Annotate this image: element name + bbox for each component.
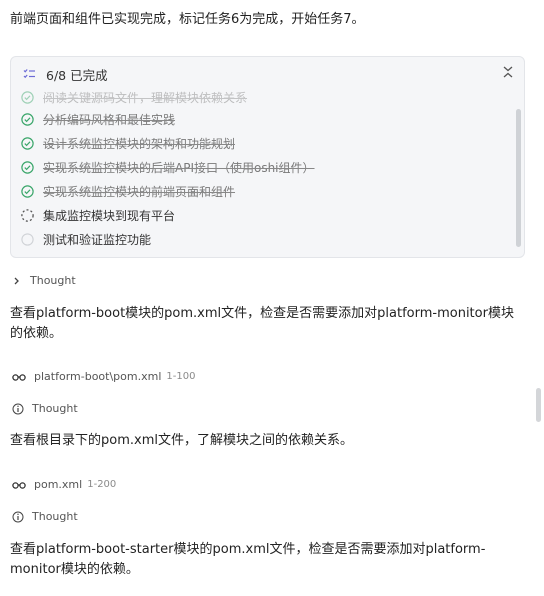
thought-label: Thought [32, 510, 78, 523]
file-path: pom.xml [34, 478, 83, 491]
task-label: 实现系统监控模块的后端API接口（使用oshi组件） [43, 160, 315, 175]
task-label: 实现系统监控模块的前端页面和组件 [43, 184, 236, 199]
task-item: 实现系统监控模块的前端页面和组件 [21, 179, 510, 203]
assistant-message-intro: 前端页面和组件已实现完成，标记任务6为完成，开始任务7。 [10, 12, 365, 27]
task-label: 分析编码风格和最佳实践 [43, 112, 176, 127]
check-circle-icon [21, 136, 34, 150]
task-label: 阅读关键源码文件，理解模块依赖关系 [43, 90, 248, 105]
check-circle-icon [21, 90, 34, 104]
task-item: 实现系统监控模块的后端API接口（使用oshi组件） [21, 155, 510, 179]
file-read-item[interactable]: pom.xml 1-200 [12, 478, 116, 491]
glasses-icon [12, 372, 26, 382]
check-circle-icon [21, 160, 34, 174]
thought-toggle[interactable]: Thought [12, 402, 78, 415]
task-label: 测试和验证监控功能 [43, 232, 152, 247]
task-progress-panel: 6/8 已完成 阅读关键源码文件，理解模块依赖关系 分析编码风格和最佳实践 设计… [10, 56, 525, 258]
info-icon [12, 403, 24, 415]
line-range: 1-200 [87, 479, 117, 490]
task-item: 分析编码风格和最佳实践 [21, 107, 510, 131]
task-label: 集成监控模块到现有平台 [43, 208, 176, 223]
task-item: 阅读关键源码文件，理解模块依赖关系 [21, 89, 510, 105]
thought-label: Thought [32, 402, 78, 415]
assistant-message: 查看根目录下的pom.xml文件，了解模块之间的依赖关系。 [10, 433, 353, 448]
line-range: 1-100 [166, 371, 196, 382]
loading-spinner-icon [21, 208, 34, 222]
check-circle-icon [21, 112, 34, 126]
task-item: 测试和验证监控功能 [21, 227, 510, 251]
task-summary: 6/8 已完成 [46, 67, 108, 83]
task-label: 设计系统监控模块的架构和功能规划 [43, 136, 236, 151]
glasses-icon [12, 480, 26, 490]
task-item: 集成监控模块到现有平台 [21, 203, 510, 227]
thought-label: Thought [30, 274, 76, 287]
assistant-message: 查看platform-boot模块的pom.xml文件，检查是否需要添加对pla… [10, 306, 514, 341]
check-circle-icon [21, 184, 34, 198]
file-read-item[interactable]: platform-boot\pom.xml 1-100 [12, 370, 195, 383]
task-list: 阅读关键源码文件，理解模块依赖关系 分析编码风格和最佳实践 设计系统监控模块的架… [21, 91, 510, 251]
task-list-icon [23, 68, 36, 81]
task-item: 设计系统监控模块的架构和功能规划 [21, 131, 510, 155]
thought-toggle[interactable]: Thought [12, 274, 76, 287]
assistant-message: 查看platform-boot-starter模块的pom.xml文件，检查是否… [10, 542, 486, 577]
info-icon [12, 511, 24, 523]
file-path: platform-boot\pom.xml [34, 370, 162, 383]
page-scrollbar[interactable] [536, 388, 541, 422]
pending-circle-icon [21, 232, 34, 246]
collapse-icon[interactable] [500, 64, 516, 80]
thought-toggle[interactable]: Thought [12, 510, 78, 523]
task-list-scrollbar[interactable] [516, 109, 521, 247]
task-panel-header[interactable]: 6/8 已完成 [23, 65, 108, 83]
chevron-right-icon [12, 275, 22, 287]
